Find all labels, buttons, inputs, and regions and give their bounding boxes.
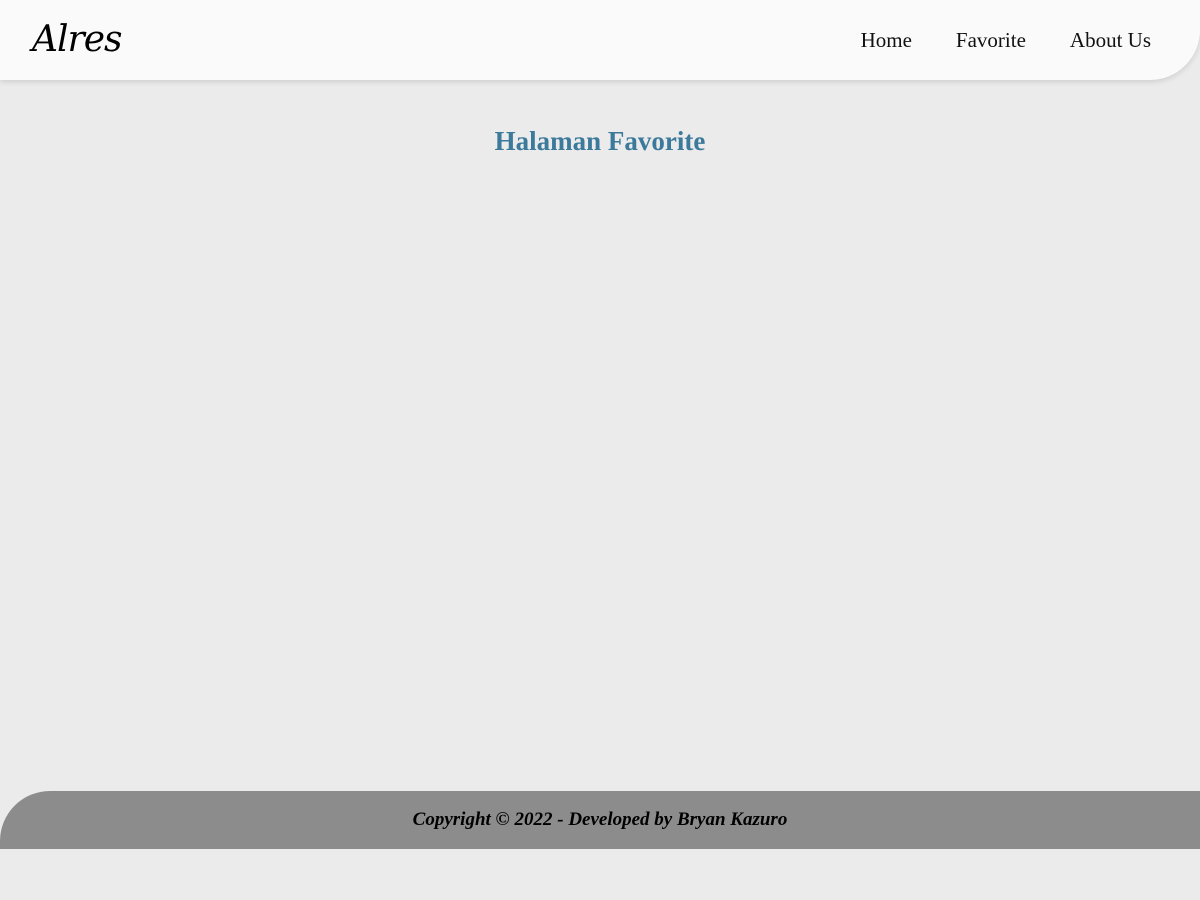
nav-favorite-link[interactable]: Favorite xyxy=(956,0,1026,80)
main-nav: Home Favorite About Us xyxy=(861,0,1151,80)
nav-about-us-link[interactable]: About Us xyxy=(1070,0,1151,80)
page-title: Halaman Favorite xyxy=(494,126,706,156)
copyright-text: Copyright © 2022 - Developed by Bryan Ka… xyxy=(412,809,788,830)
app-header: Alres Home Favorite About Us xyxy=(0,0,1200,80)
brand-logo[interactable]: Alres xyxy=(32,16,122,64)
nav-home-link[interactable]: Home xyxy=(861,0,912,80)
app-footer: Copyright © 2022 - Developed by Bryan Ka… xyxy=(0,791,1200,849)
